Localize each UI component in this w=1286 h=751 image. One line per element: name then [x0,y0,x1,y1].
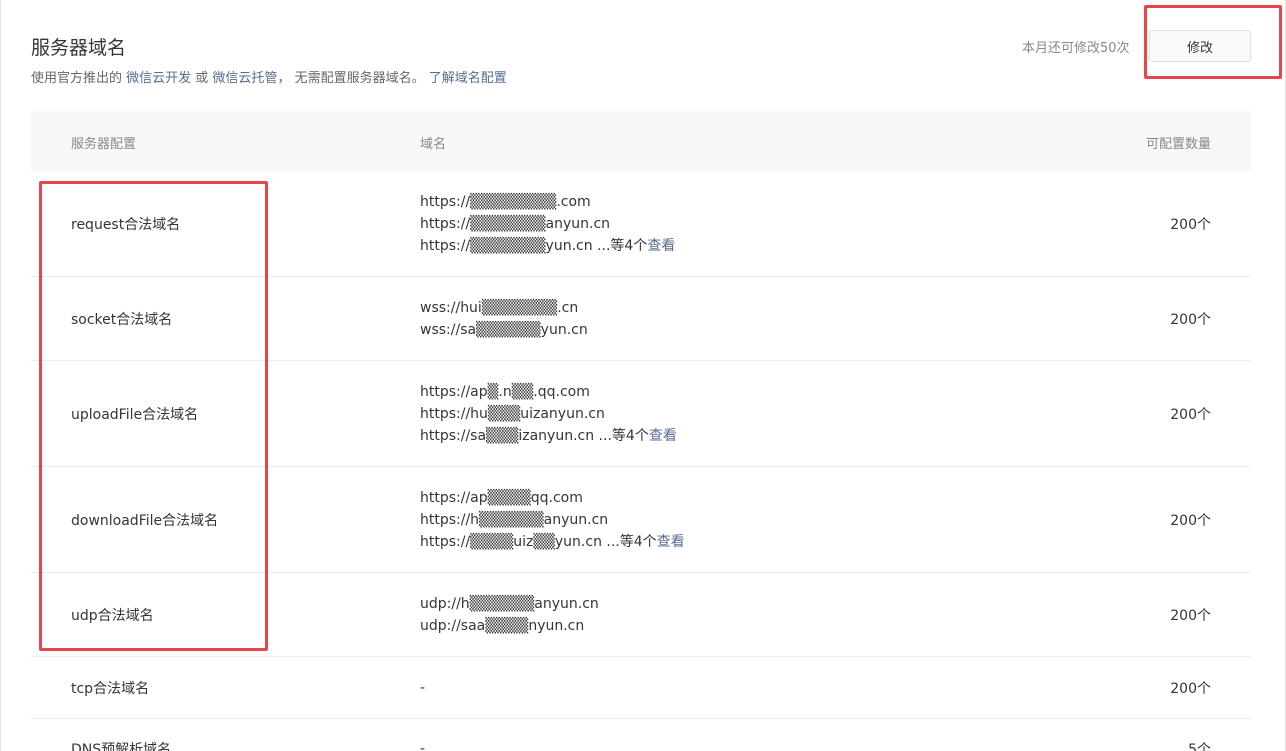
config-name: uploadFile合法域名 [71,406,199,423]
config-name: request合法域名 [71,216,181,233]
domain-text: - [420,740,426,751]
domain-text: https://ap▒▒▒▒qq.com [420,489,583,506]
modify-quota-text: 本月还可修改50次 [1022,41,1130,56]
table-row: udp合法域名 udp://h▒▒▒▒▒▒anyun.cn udp://saa▒▒▒… [31,573,1251,657]
domain-entry: https://ap▒.n▒▒.qq.com [420,381,677,403]
domain-text: udp://h▒▒▒▒▒▒anyun.cn [420,595,599,612]
domain-list: wss://hui▒▒▒▒▒▒▒.cn wss://sa▒▒▒▒▒▒yun.cn [420,297,588,341]
domain-text: https://▒▒▒▒▒▒▒▒.com [420,193,591,210]
domain-text: udp://saa▒▒▒▒nyun.cn [420,617,585,634]
domain-text: https://sa▒▒▒izanyun.cn [420,427,595,444]
domain-entry: wss://sa▒▒▒▒▒▒yun.cn [420,319,588,341]
table-body: request合法域名 https://▒▒▒▒▒▒▒▒.com https://▒… [31,171,1251,751]
server-domain-table: 服务器配置 域名 可配置数量 request合法域名 https://▒▒▒▒▒▒… [31,111,1251,751]
table-header: 服务器配置 域名 可配置数量 [31,111,1251,171]
view-more-link[interactable]: 查看 [647,238,675,254]
column-header-domain: 域名 [420,137,447,152]
desc-prefix: 使用官方推出的 [31,71,127,86]
domain-list: - [420,677,425,699]
more-count: ...等4个 [594,427,649,444]
table-row: tcp合法域名 - 200个 [31,657,1251,719]
domain-entry: https://▒▒▒▒▒▒▒yun.cn ...等4个查看 [420,235,675,257]
config-name: socket合法域名 [71,311,173,328]
column-header-config: 服务器配置 [71,137,137,152]
domain-text: https://▒▒▒▒uiz▒▒yun.cn [420,533,602,550]
more-count: ...等4个 [601,533,657,550]
page-title: 服务器域名 [31,37,127,59]
domain-list: udp://h▒▒▒▒▒▒anyun.cn udp://saa▒▒▒▒nyun.c… [420,593,599,637]
config-name: udp合法域名 [71,607,154,624]
domain-text: https://ap▒.n▒▒.qq.com [420,383,590,400]
domain-entry: - [420,738,425,751]
config-count: 5个 [1188,741,1211,751]
domain-entry: https://h▒▒▒▒▒▒anyun.cn [420,509,685,531]
domain-entry: https://sa▒▒▒izanyun.cn ...等4个查看 [420,425,677,447]
more-count: ...等4个 [592,237,648,254]
column-header-count: 可配置数量 [1145,137,1211,152]
domain-entry: udp://saa▒▒▒▒nyun.cn [420,615,599,637]
domain-list: https://▒▒▒▒▒▒▒▒.com https://▒▒▒▒▒▒▒anyun… [420,191,675,257]
learn-domain-config-link[interactable]: 了解域名配置 [429,71,507,86]
cloud-hosting-link[interactable]: 微信云托管 [212,71,277,86]
domain-text: https://▒▒▒▒▒▒▒anyun.cn [420,215,611,232]
domain-entry: wss://hui▒▒▒▒▒▒▒.cn [420,297,588,319]
domain-entry: https://▒▒▒▒▒▒▒anyun.cn [420,213,675,235]
config-count: 200个 [1170,216,1211,233]
domain-entry: https://hu▒▒▒uizanyun.cn [420,403,677,425]
config-name: downloadFile合法域名 [71,512,219,529]
cloud-dev-link[interactable]: 微信云开发 [126,71,191,86]
domain-entry: https://ap▒▒▒▒qq.com [420,487,685,509]
config-count: 200个 [1170,406,1211,423]
domain-text: https://h▒▒▒▒▒▒anyun.cn [420,511,609,528]
table-row: downloadFile合法域名 https://ap▒▒▒▒qq.com http… [31,467,1251,573]
domain-text: wss://hui▒▒▒▒▒▒▒.cn [420,299,579,316]
domain-text: - [420,679,426,696]
config-count: 200个 [1170,512,1211,529]
domain-entry: https://▒▒▒▒uiz▒▒yun.cn ...等4个查看 [420,531,685,553]
domain-list: - [420,738,425,751]
view-more-link[interactable]: 查看 [657,534,685,550]
config-count: 200个 [1170,607,1211,624]
table-row: DNS预解析域名 - 5个 [31,719,1251,751]
domain-text: https://▒▒▒▒▒▒▒yun.cn [420,237,593,254]
edit-button[interactable]: 修改 [1149,30,1251,62]
table-row: uploadFile合法域名 https://ap▒.n▒▒.qq.com http… [31,361,1251,467]
page-description: 使用官方推出的 微信云开发 或 微信云托管， 无需配置服务器域名。 了解域名配置 [31,67,507,86]
domain-list: https://ap▒.n▒▒.qq.com https://hu▒▒▒uizan… [420,381,677,447]
config-name: tcp合法域名 [71,680,150,697]
config-count: 200个 [1170,311,1211,328]
domain-entry: udp://h▒▒▒▒▒▒anyun.cn [420,593,599,615]
desc-suffix: ， 无需配置服务器域名。 [277,71,429,86]
table-row: request合法域名 https://▒▒▒▒▒▒▒▒.com https://▒… [31,171,1251,277]
domain-entry: https://▒▒▒▒▒▒▒▒.com [420,191,675,213]
domain-entry: - [420,677,425,699]
table-row: socket合法域名 wss://hui▒▒▒▒▒▒▒.cn wss://sa▒▒▒… [31,277,1251,361]
domain-text: https://hu▒▒▒uizanyun.cn [420,405,605,422]
domain-list: https://ap▒▒▒▒qq.com https://h▒▒▒▒▒▒anyun… [420,487,685,553]
domain-text: wss://sa▒▒▒▒▒▒yun.cn [420,321,588,338]
view-more-link[interactable]: 查看 [649,428,677,444]
left-border [0,0,1,751]
config-count: 200个 [1170,680,1211,697]
desc-or: 或 [191,71,213,86]
config-name: DNS预解析域名 [71,741,172,751]
